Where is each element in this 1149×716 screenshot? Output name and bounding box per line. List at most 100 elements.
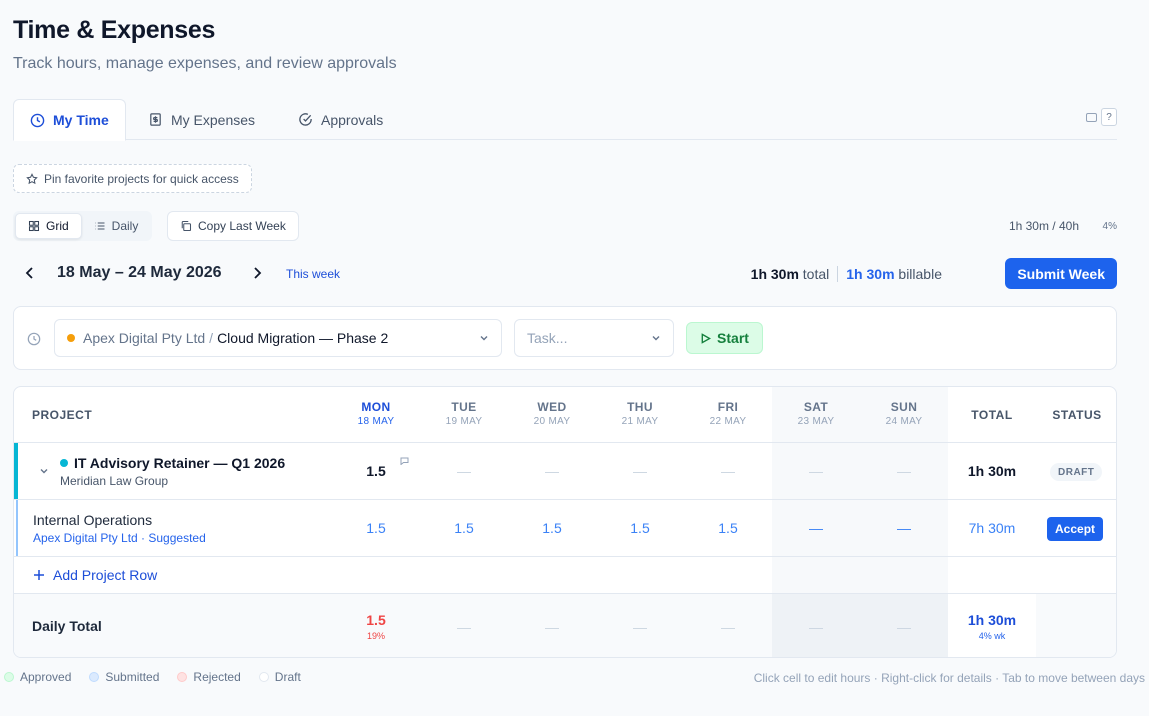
week-total-percent: 4% wk (978, 631, 1006, 641)
comment-icon[interactable] (400, 457, 409, 465)
status-column-header: STATUS (1052, 408, 1102, 422)
clock-icon (30, 113, 45, 127)
keyboard-icon (1086, 112, 1097, 122)
hours-cell-mon[interactable]: 1.5 (332, 443, 420, 499)
daily-total-row: Daily Total 1.5 19% — — — — — — 1h 30m 4… (14, 594, 1116, 657)
task-select[interactable]: Task... (514, 319, 674, 357)
day-date: 21 MAY (621, 416, 659, 427)
timer-bar: Apex Digital Pty Ltd / Cloud Migration —… (13, 306, 1117, 370)
total-column-header: TOTAL (971, 408, 1013, 422)
hours-cell-thu[interactable]: 1.5 (596, 500, 684, 556)
separator: / (209, 330, 214, 346)
play-icon (701, 332, 712, 344)
page-title: Time & Expenses (13, 16, 216, 44)
hours-cell-sat[interactable]: — (772, 443, 860, 499)
chevron-left-icon (25, 267, 33, 279)
day-header-thu: THU 21 MAY (596, 400, 684, 427)
accept-suggestion-button[interactable]: Accept (1047, 517, 1104, 541)
project-color-dot (60, 459, 68, 467)
timesheet-grid: PROJECT MON 18 MAY TUE 19 MAY WED 20 MAY TH… (13, 386, 1117, 658)
legend-rejected: Rejected (177, 670, 241, 684)
hours-cell-fri[interactable]: — (684, 443, 772, 499)
hours-cell-sun[interactable]: — (860, 500, 948, 556)
daily-total-wed: — (545, 618, 559, 635)
help-key[interactable]: ? (1101, 108, 1117, 126)
status-legend: Approved Submitted Rejected Draft (4, 670, 301, 684)
project-select[interactable]: Apex Digital Pty Ltd / Cloud Migration —… (54, 319, 502, 357)
prev-week-button[interactable] (21, 264, 39, 282)
daily-total-sat: — (809, 618, 823, 635)
hours-cell-sat[interactable]: — (772, 500, 860, 556)
add-project-row-button[interactable]: Add Project Row (14, 557, 1116, 594)
copy-last-week-button[interactable]: Copy Last Week (167, 211, 299, 241)
daily-total-label: Daily Total (32, 618, 102, 634)
tab-my-expenses[interactable]: My Expenses (132, 99, 271, 140)
billable-label: billable (898, 266, 942, 282)
hours-cell-wed[interactable]: — (508, 443, 596, 499)
table-row: IT Advisory Retainer — Q1 2026 Meridian … (14, 443, 1116, 500)
project-name: IT Advisory Retainer — Q1 2026 (74, 455, 286, 471)
day-name: WED (537, 400, 567, 414)
tab-approvals[interactable]: Approvals (282, 99, 399, 140)
day-date: 23 MAY (797, 416, 835, 427)
view-grid-button[interactable]: Grid (15, 213, 82, 239)
tab-my-time[interactable]: My Time (13, 99, 126, 141)
start-label: Start (717, 330, 749, 346)
this-week-link[interactable]: This week (286, 267, 340, 281)
hours-cell-tue[interactable]: 1.5 (420, 500, 508, 556)
hours-cell-sun[interactable]: — (860, 443, 948, 499)
clock-icon (27, 332, 41, 346)
legend-swatch (89, 672, 100, 682)
legend-swatch (258, 672, 269, 682)
grid-header: PROJECT MON 18 MAY TUE 19 MAY WED 20 MAY TH… (14, 387, 1116, 443)
client-color-dot (67, 334, 75, 342)
hours-cell-fri[interactable]: 1.5 (684, 500, 772, 556)
chevron-down-icon[interactable] (39, 466, 49, 476)
pin-label: Pin favorite projects for quick access (44, 171, 239, 186)
daily-total-mon: 1.5 19% (332, 594, 420, 657)
row-client: Apex Digital Pty Ltd · Suggested (33, 531, 206, 545)
legend-approved: Approved (4, 670, 71, 684)
row-project: IT Advisory Retainer — Q1 2026 (60, 455, 285, 471)
submit-week-button[interactable]: Submit Week (1005, 258, 1117, 289)
week-range: 18 May – 24 May 2026 (57, 264, 222, 281)
legend-label: Rejected (193, 670, 241, 684)
copy-icon (181, 220, 192, 232)
row-total: 1h 30m (948, 443, 1036, 499)
day-header-mon: MON 18 MAY (332, 400, 420, 427)
week-total: 1h 30m 4% wk (948, 594, 1036, 657)
row-client: Meridian Law Group (60, 474, 169, 488)
divider (837, 266, 839, 282)
hours-cell-wed[interactable]: 1.5 (508, 500, 596, 556)
keyboard-hint: Click cell to edit hours · Right-click f… (753, 671, 1145, 685)
next-week-button[interactable] (248, 264, 266, 282)
legend-label: Draft (274, 670, 301, 684)
add-row-label-wrap: Add Project Row (33, 567, 157, 583)
day-header-tue: TUE 19 MAY (420, 400, 508, 427)
row-project: Internal Operations (33, 512, 153, 528)
billable-summary: 1h 30m billable (846, 266, 942, 282)
project-color-bar (14, 443, 18, 499)
hours-cell-thu[interactable]: — (596, 443, 684, 499)
hours-cell-tue[interactable]: — (420, 443, 508, 499)
timer-project: Cloud Migration — Phase 2 (217, 330, 389, 346)
daily-total-sun: — (897, 618, 911, 635)
row-total: 7h 30m (948, 500, 1036, 556)
week-total-value: 1h 30m (967, 612, 1017, 628)
add-row-label: Add Project Row (53, 567, 158, 583)
view-daily-label: Daily (111, 219, 139, 233)
copy-last-week-label: Copy Last Week (198, 219, 286, 233)
keyboard-shortcuts[interactable]: ? (1086, 108, 1117, 126)
start-timer-button[interactable]: Start (686, 322, 763, 354)
day-name: MON (361, 400, 391, 414)
tab-label: My Expenses (171, 111, 256, 128)
chevron-down-icon (480, 336, 488, 341)
pin-projects-button[interactable]: Pin favorite projects for quick access (13, 164, 252, 193)
day-header-wed: WED 20 MAY (508, 400, 596, 427)
view-grid-label: Grid (46, 219, 69, 233)
receipt-icon (150, 113, 161, 126)
legend-draft: Draft (258, 670, 301, 684)
view-daily-button[interactable]: Daily (82, 213, 151, 239)
chevron-down-icon (652, 336, 660, 341)
hours-cell-mon[interactable]: 1.5 (332, 500, 420, 556)
